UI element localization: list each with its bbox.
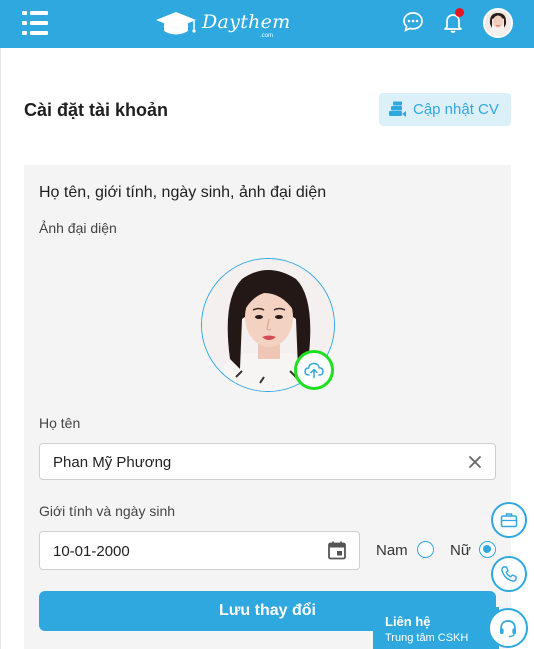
- contact-subtitle: Trung tâm CSKH: [385, 632, 469, 644]
- stack-icon: [387, 100, 407, 120]
- contact-support-panel[interactable]: Liên hệ Trung tâm CSKH: [373, 607, 499, 649]
- profile-settings-card: [24, 165, 511, 649]
- birthdate-value: 10-01-2000: [53, 543, 130, 560]
- avatar-label: Ảnh đại diện: [39, 220, 117, 236]
- gender-female-radio[interactable]: [479, 541, 496, 558]
- update-cv-button[interactable]: Cập nhật CV: [379, 93, 511, 126]
- full-name-value: Phan Mỹ Phương: [53, 454, 172, 471]
- headset-icon: [500, 620, 516, 638]
- upload-photo-button[interactable]: [294, 350, 334, 390]
- logo-wordmark: Daythem: [202, 11, 291, 33]
- notification-badge: [455, 8, 464, 17]
- gender-male-radio[interactable]: [417, 541, 434, 558]
- page-title: Cài đặt tài khoản: [24, 100, 169, 120]
- contact-title: Liên hệ: [385, 614, 431, 629]
- graduation-cap-icon: [156, 12, 196, 35]
- gender-dob-label: Giới tính và ngày sinh: [39, 503, 176, 519]
- user-avatar[interactable]: [483, 8, 513, 38]
- gender-male-label: Nam: [376, 542, 408, 559]
- phone-icon: [501, 566, 517, 582]
- briefcase-icon: [500, 513, 518, 528]
- calendar-icon[interactable]: [327, 540, 347, 560]
- chat-bubble-icon[interactable]: [401, 10, 425, 34]
- call-float-button[interactable]: [491, 556, 527, 592]
- customer-support-button[interactable]: [488, 608, 528, 648]
- update-cv-label: Cập nhật CV: [413, 101, 499, 118]
- page-border: [0, 48, 1, 649]
- menu-icon[interactable]: [22, 11, 48, 35]
- top-header: Daythem .com: [0, 0, 534, 48]
- gender-female-label: Nữ: [450, 542, 471, 559]
- cloud-upload-icon: [304, 362, 324, 379]
- close-icon[interactable]: [468, 455, 482, 469]
- full-name-input[interactable]: Phan Mỹ Phương: [39, 443, 496, 480]
- jobs-float-button[interactable]: [491, 502, 527, 538]
- birthdate-input[interactable]: 10-01-2000: [39, 531, 360, 570]
- logo-suffix: .com: [260, 33, 274, 39]
- name-label: Họ tên: [39, 415, 81, 431]
- site-logo[interactable]: Daythem .com: [154, 8, 290, 40]
- section-heading: Họ tên, giới tính, ngày sinh, ảnh đại di…: [39, 184, 327, 201]
